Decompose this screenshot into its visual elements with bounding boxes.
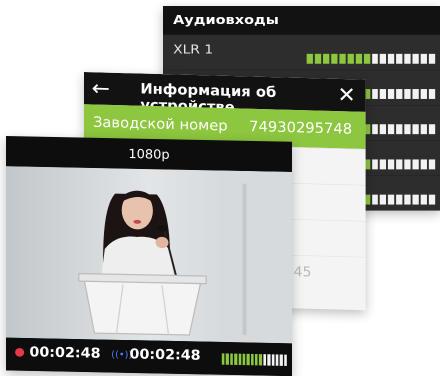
meter-segment	[404, 53, 411, 64]
meter-segment	[234, 353, 238, 365]
meter-segment	[279, 354, 283, 366]
close-icon[interactable]: ✕	[337, 83, 355, 108]
meter-segment	[420, 53, 428, 64]
meter-segment	[314, 53, 322, 64]
audio-panel-title: Аудиовходы	[173, 13, 279, 28]
meter-segment	[404, 89, 411, 99]
meter-segment	[371, 89, 379, 99]
video-frame[interactable]	[6, 166, 292, 344]
audio-channel-row[interactable]: XLR 1	[163, 34, 440, 71]
meter-segment	[347, 53, 354, 64]
meter-segment	[283, 354, 287, 366]
meter-segment	[412, 124, 419, 135]
meter-segment	[371, 194, 379, 205]
meter-segment	[388, 89, 395, 99]
meter-segment	[331, 53, 338, 64]
meter-segment	[420, 194, 428, 205]
meter-segment	[396, 159, 403, 170]
meter-segment	[412, 53, 419, 64]
meter-segment	[242, 353, 246, 366]
meter-segment	[379, 53, 387, 64]
meter-segment	[230, 353, 233, 365]
meter-segment	[396, 194, 403, 205]
record-dot-icon	[15, 347, 25, 357]
meter-segment	[225, 353, 229, 365]
meter-segment	[263, 354, 267, 366]
meter-segment	[275, 354, 279, 366]
meter-segment	[420, 124, 428, 135]
meter-segment	[412, 159, 419, 170]
meter-segment	[379, 89, 387, 99]
meter-segment	[355, 53, 362, 64]
serial-number-value: 74930295748	[249, 118, 353, 138]
audio-header: Аудиовходы	[163, 6, 440, 35]
meter-segment	[254, 353, 258, 366]
meter-segment	[363, 53, 370, 64]
stream-time: 00:02:48	[129, 346, 201, 364]
video-audio-meter	[221, 353, 287, 366]
meter-segment	[404, 124, 411, 135]
meter-segment	[428, 53, 436, 64]
meter-segment	[428, 124, 436, 135]
meter-segment	[371, 124, 379, 135]
meter-segment	[420, 89, 428, 99]
meter-segment	[412, 89, 419, 99]
video-status-bar: 00:02:48 ((•)) 00:02:48	[6, 337, 292, 376]
meter-segment	[388, 194, 395, 205]
video-preview-panel: 1080p 00:02:48 ((•)) 00:02:48	[6, 136, 292, 376]
arrow-left-icon[interactable]: ←	[92, 76, 110, 101]
meter-segment	[250, 353, 254, 366]
serial-number-label: Заводской номер	[92, 114, 228, 135]
meter-segment	[404, 159, 411, 170]
meter-segment	[396, 124, 403, 135]
meter-segment	[322, 53, 330, 64]
meter-segment	[412, 194, 419, 205]
meter-segment	[428, 194, 436, 205]
meter-segment	[388, 53, 395, 64]
meter-segment	[379, 194, 387, 205]
meter-segment	[246, 353, 250, 366]
meter-segment	[339, 53, 346, 64]
meter-segment	[388, 159, 395, 170]
audio-level-meter	[306, 53, 436, 64]
meter-segment	[306, 53, 313, 64]
meter-segment	[396, 89, 403, 99]
resolution-label: 1080p	[128, 146, 170, 163]
meter-segment	[428, 89, 436, 99]
meter-segment	[420, 159, 428, 170]
meter-segment	[238, 353, 242, 366]
record-time: 00:02:48	[29, 344, 101, 362]
meter-segment	[371, 159, 379, 170]
meter-segment	[259, 354, 262, 366]
meter-segment	[267, 354, 271, 366]
meter-segment	[221, 353, 225, 365]
meter-segment	[388, 124, 395, 135]
audio-channel-label: XLR 1	[173, 42, 214, 57]
meter-segment	[379, 124, 387, 135]
meter-segment	[404, 194, 411, 205]
speaker-at-podium-image	[6, 166, 292, 344]
meter-segment	[396, 53, 403, 64]
meter-segment	[371, 53, 379, 64]
meter-segment	[271, 354, 275, 366]
meter-segment	[428, 159, 436, 170]
meter-segment	[379, 159, 387, 170]
